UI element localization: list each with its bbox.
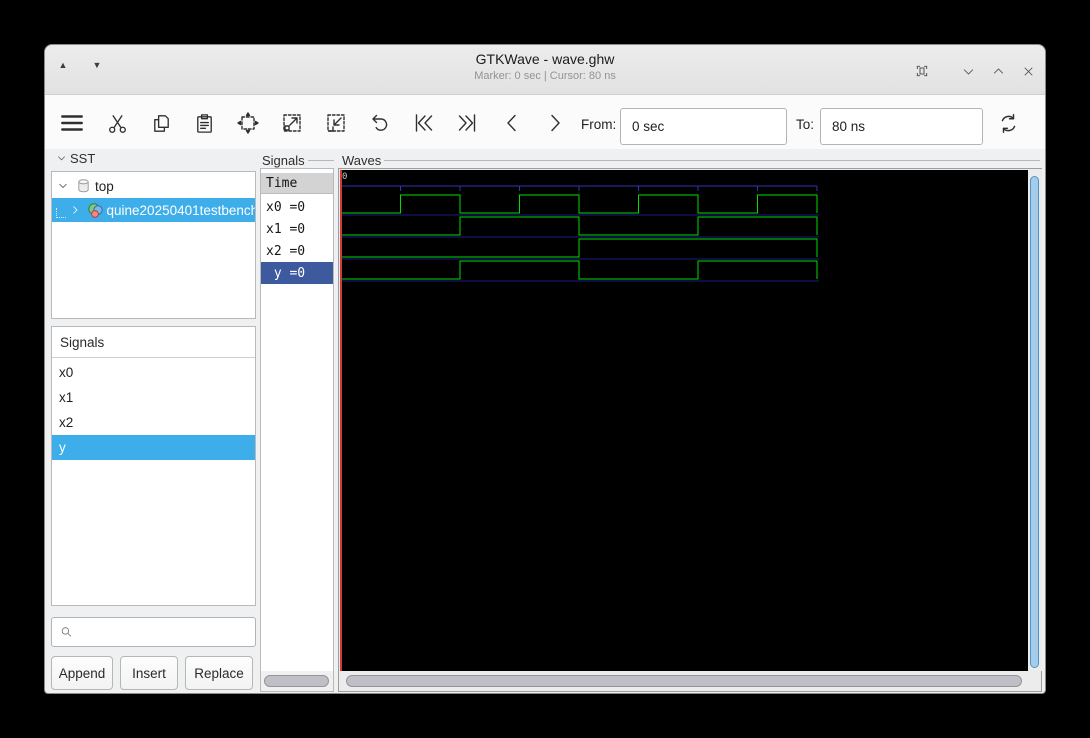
signal-item-x1[interactable]: x1 [52, 385, 255, 410]
expander-open-icon [57, 180, 69, 192]
to-field[interactable]: 80 ns [820, 108, 983, 145]
copy-icon [150, 112, 173, 135]
signal-item-y[interactable]: y [52, 435, 255, 460]
signals-name-column: Time x0 =0 x1 =0 x2 =0 y =0 [260, 168, 334, 692]
copy-button[interactable] [148, 110, 174, 136]
expander-closed-icon [69, 204, 81, 216]
trace-name-x1[interactable]: x1 =0 [261, 218, 333, 240]
paste-button[interactable] [191, 110, 217, 136]
svg-text:0: 0 [342, 172, 347, 182]
to-label: To: [796, 117, 814, 132]
step-back-button[interactable] [499, 110, 525, 136]
zoom-fit-icon [236, 111, 260, 135]
names-hscrollbar[interactable] [261, 671, 333, 691]
append-button[interactable]: Append [51, 656, 113, 690]
trace-name-x2[interactable]: x2 =0 [261, 240, 333, 262]
go-to-end-button[interactable] [454, 110, 480, 136]
zoom-fit-button[interactable] [235, 110, 261, 136]
reload-icon [996, 111, 1021, 136]
fit-icon [914, 63, 930, 79]
titlebar[interactable]: ▲ ▼ GTKWave - wave.ghw Marker: 0 sec | C… [45, 45, 1045, 95]
undo-button[interactable] [367, 110, 393, 136]
from-field[interactable]: 0 sec [620, 108, 787, 145]
cut-icon [106, 112, 129, 135]
zoom-out-icon [324, 111, 348, 135]
cut-button[interactable] [104, 110, 130, 136]
signals-frame-label: Signals [262, 153, 334, 168]
waves-hscrollbar[interactable] [339, 671, 1041, 691]
trace-name-y[interactable]: y =0 [261, 262, 333, 284]
undo-icon [368, 111, 392, 135]
waveform-plot: 0 [340, 170, 1028, 672]
sst-tree: top quine20250401testbench [51, 171, 256, 319]
signal-list-panel: Signals x0 x1 x2 y [51, 326, 256, 606]
skip-to-start-icon [412, 111, 436, 135]
tree-connector [56, 208, 66, 218]
component-icon [87, 202, 104, 219]
marker-cursor-status: Marker: 0 sec | Cursor: 80 ns [45, 70, 1045, 82]
menu-button[interactable] [59, 110, 85, 136]
search-icon [60, 625, 73, 639]
chevron-down-icon [961, 64, 976, 79]
menu-icon [59, 110, 85, 136]
gtkwave-window: ▲ ▼ GTKWave - wave.ghw Marker: 0 sec | C… [44, 44, 1046, 694]
collapse-chevron-icon [56, 153, 67, 164]
waves-panel: 0 [338, 168, 1042, 692]
tree-item-testbench[interactable]: quine20250401testbench [52, 198, 255, 222]
toolbar: From: 0 sec To: 80 ns [45, 95, 1045, 149]
go-to-start-button[interactable] [411, 110, 437, 136]
skip-to-end-icon [455, 111, 479, 135]
wave-canvas[interactable]: 0 [340, 170, 1028, 672]
insert-button[interactable]: Insert [120, 656, 178, 690]
from-label: From: [581, 117, 616, 132]
chevron-up-icon [991, 64, 1006, 79]
time-header[interactable]: Time [261, 173, 333, 194]
signal-list-header: Signals [52, 327, 255, 358]
signal-search-box[interactable] [51, 617, 256, 647]
zoom-in-icon [280, 111, 304, 135]
sst-header[interactable]: SST [52, 151, 112, 166]
names-hscrollbar-thumb[interactable] [264, 675, 329, 687]
chevron-right-icon [543, 111, 567, 135]
minimize-button[interactable] [957, 60, 979, 82]
replace-button[interactable]: Replace [185, 656, 253, 690]
tree-item-top[interactable]: top [52, 174, 255, 198]
zoom-out-button[interactable] [323, 110, 349, 136]
waves-hscrollbar-thumb[interactable] [346, 675, 1022, 687]
step-forward-button[interactable] [542, 110, 568, 136]
maximize-button[interactable] [987, 60, 1009, 82]
fit-window-button[interactable] [911, 60, 933, 82]
close-icon [1021, 64, 1036, 79]
zoom-in-button[interactable] [279, 110, 305, 136]
waves-vscrollbar-thumb[interactable] [1030, 176, 1039, 668]
search-input[interactable] [79, 625, 255, 640]
signal-item-x0[interactable]: x0 [52, 360, 255, 385]
waves-vscrollbar[interactable] [1028, 169, 1042, 671]
window-title: GTKWave - wave.ghw [45, 51, 1045, 67]
close-button[interactable] [1017, 60, 1039, 82]
paste-icon [193, 112, 216, 135]
trace-name-x0[interactable]: x0 =0 [261, 196, 333, 218]
scope-cylinder-icon [76, 178, 91, 194]
signal-item-x2[interactable]: x2 [52, 410, 255, 435]
waves-frame-label: Waves [342, 153, 1040, 168]
reload-button[interactable] [995, 110, 1021, 136]
chevron-left-icon [500, 111, 524, 135]
